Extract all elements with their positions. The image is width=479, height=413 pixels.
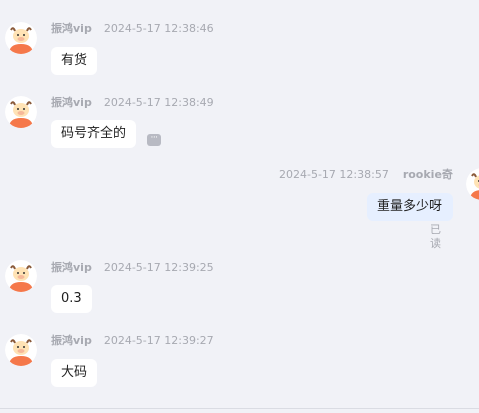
message-time: 2024-5-17 12:38:49 [103,96,214,109]
sender-name: 振鸿vip [51,334,92,347]
bull-avatar-icon[interactable] [5,22,37,54]
message-time: 2024-5-17 12:38:46 [103,22,214,35]
bull-avatar-icon[interactable] [5,334,37,366]
message-bubble[interactable]: 大码 [51,359,98,387]
read-status: 已读 [430,223,441,250]
message-bubble[interactable]: 码号齐全的 [51,120,137,148]
input-divider [0,408,479,409]
message-meta: 振鸿vip 2024-5-17 12:39:27 [51,334,214,348]
sender-name: 振鸿vip [51,261,92,274]
bull-avatar-icon[interactable] [5,96,37,128]
message-bubble[interactable]: 有货 [51,47,98,75]
message-meta: 2024-5-17 12:38:57 rookie奇 [279,168,453,182]
bull-avatar-icon[interactable] [466,168,479,200]
bull-avatar-icon[interactable] [5,260,37,292]
more-options-icon[interactable]: ··· [147,134,161,146]
sender-name: rookie奇 [402,168,453,181]
message-meta: 振鸿vip 2024-5-17 12:38:46 [51,22,214,36]
message-bubble[interactable]: 0.3 [51,285,92,313]
sender-name: 振鸿vip [51,96,92,109]
message-time: 2024-5-17 12:38:57 [279,168,389,181]
message-meta: 振鸿vip 2024-5-17 12:38:49 [51,96,214,110]
message-time: 2024-5-17 12:39:27 [103,334,214,347]
message-bubble-self[interactable]: 重量多少呀 [367,193,453,221]
message-time: 2024-5-17 12:39:25 [103,261,214,274]
message-meta: 振鸿vip 2024-5-17 12:39:25 [51,261,214,275]
sender-name: 振鸿vip [51,22,92,35]
